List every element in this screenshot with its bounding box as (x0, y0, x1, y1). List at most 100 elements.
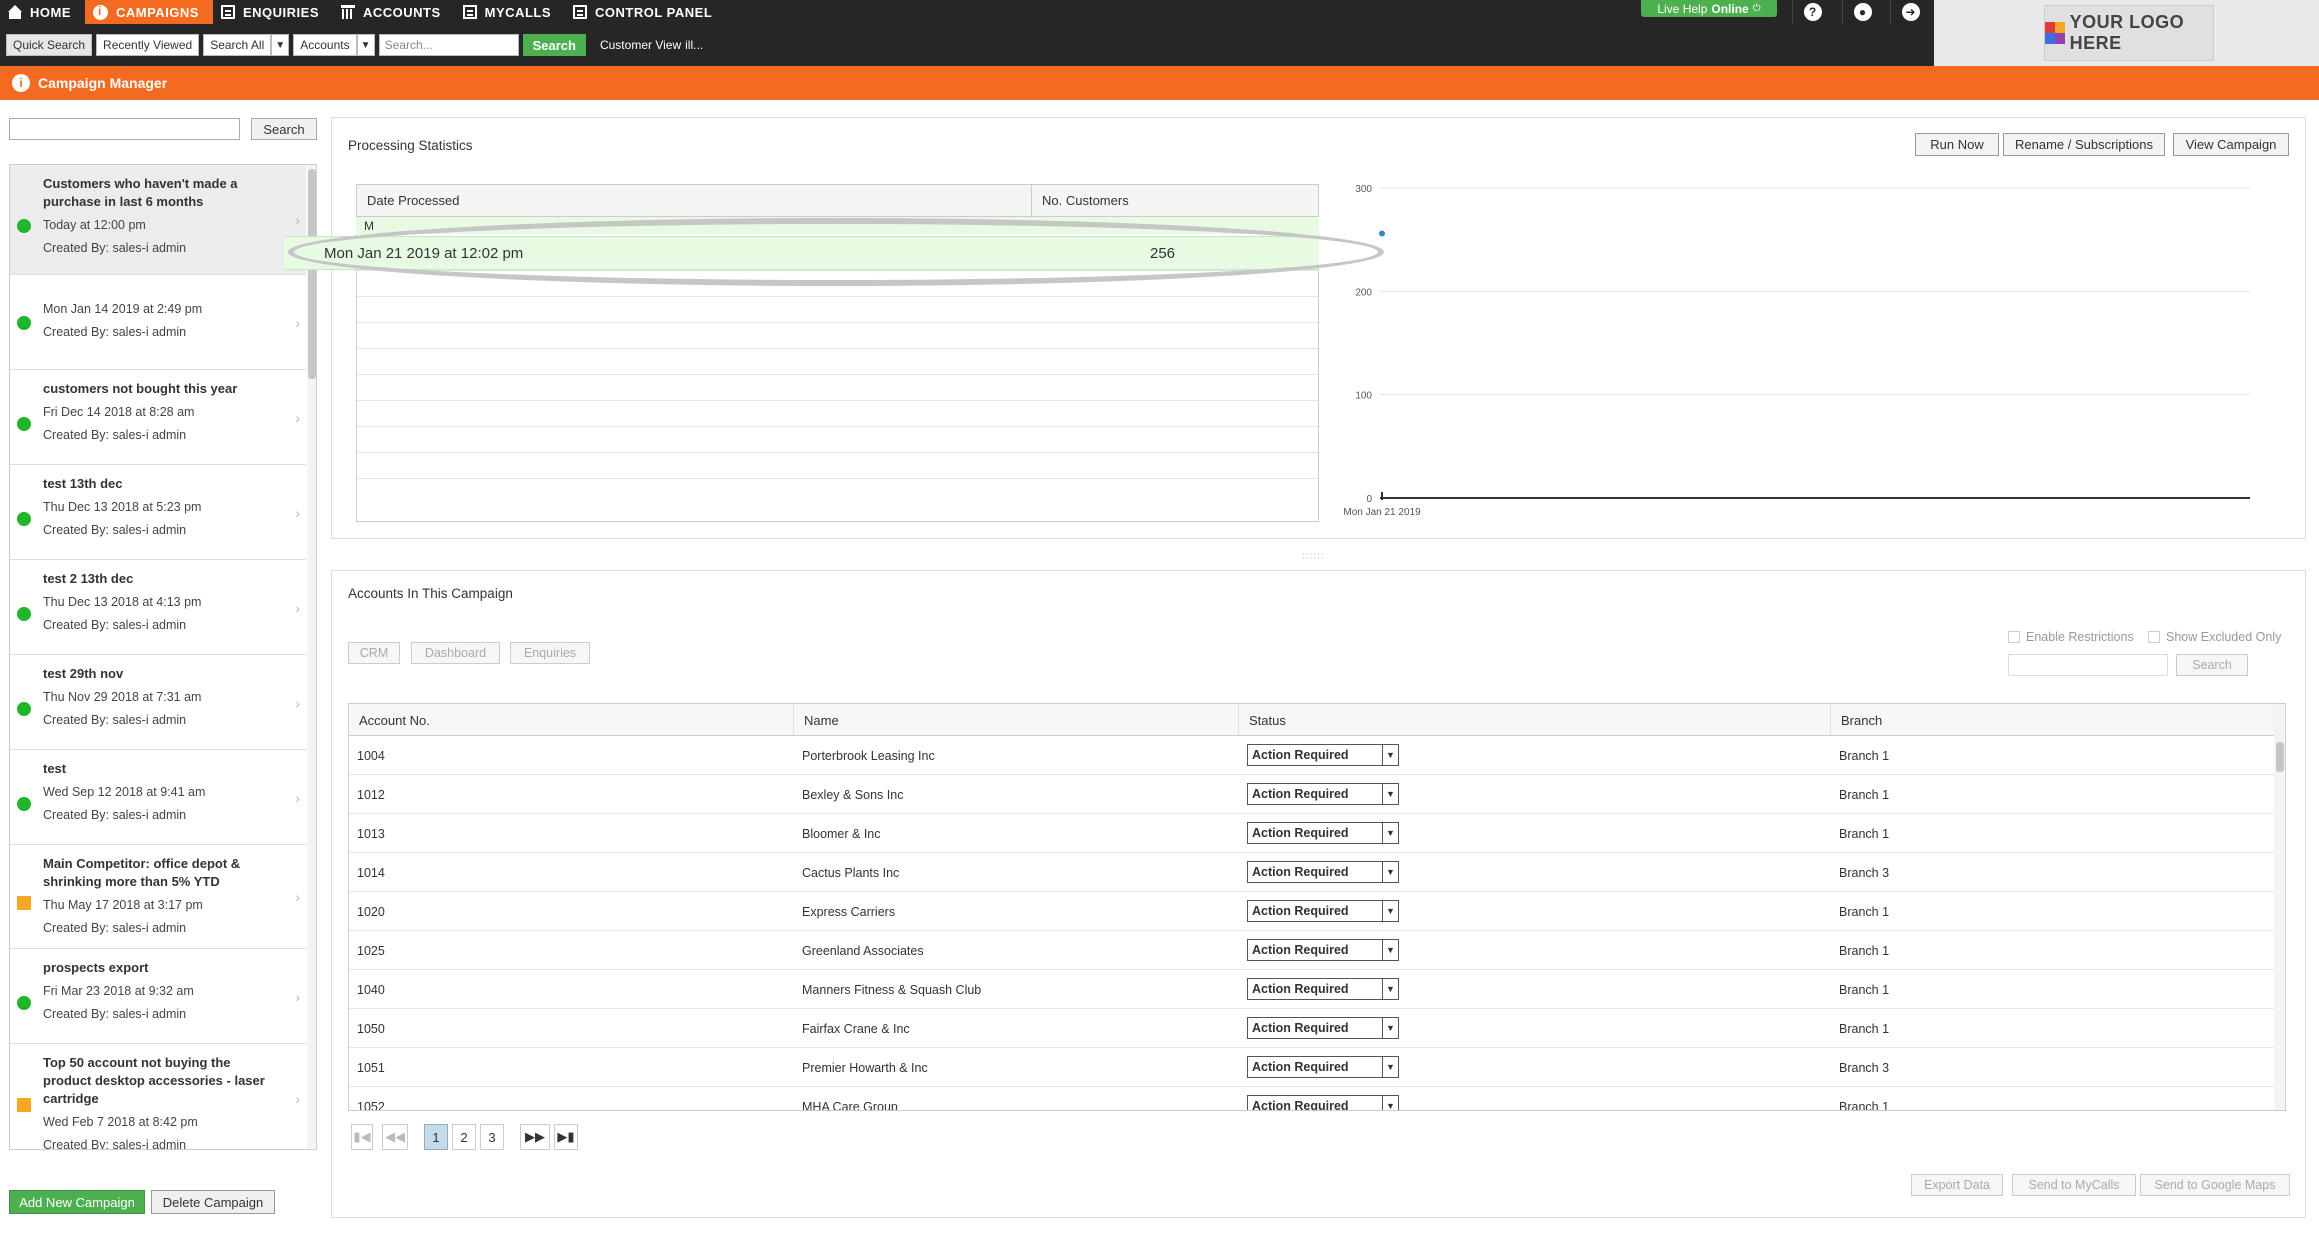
status-select[interactable]: Action Required ▼ (1247, 1056, 1399, 1078)
stats-row-partial[interactable]: M (356, 217, 1319, 234)
crm-button[interactable]: CRM (348, 642, 400, 664)
status-select[interactable]: Action Required ▼ (1247, 900, 1399, 922)
campaign-item[interactable]: test 29th nov Thu Nov 29 2018 at 7:31 am C… (10, 655, 306, 750)
campaign-item[interactable]: customers not bought this year Fri Dec 14… (10, 370, 306, 465)
status-select[interactable]: Action Required ▼ (1247, 861, 1399, 883)
scrollbar-thumb[interactable] (2276, 742, 2284, 772)
chevron-right-icon: › (295, 789, 300, 806)
logout-button[interactable]: ➜ (1890, 0, 1930, 24)
table-row[interactable]: 1040 Manners Fitness & Squash Club Branch … (349, 970, 2274, 1009)
campaign-list-scrollbar[interactable] (307, 165, 316, 1149)
truncated-link[interactable]: ill... (685, 38, 703, 52)
chevron-down-icon[interactable]: ▼ (1382, 901, 1398, 921)
status-select[interactable]: Action Required ▼ (1247, 1017, 1399, 1039)
campaign-item[interactable]: test 13th dec Thu Dec 13 2018 at 5:23 pm C… (10, 465, 306, 560)
export-data-button[interactable]: Export Data (1911, 1174, 2003, 1196)
chevron-down-icon[interactable]: ▼ (1382, 823, 1398, 843)
show-excluded-checkbox[interactable]: Show Excluded Only (2148, 630, 2281, 644)
processing-chart: 0 100 200 300 Mon Jan 21 2019 (1343, 184, 2250, 518)
table-row[interactable]: 1052 MHA Care Group Branch 1 Action Require… (349, 1087, 2274, 1110)
add-new-campaign-button[interactable]: Add New Campaign (9, 1190, 145, 1214)
panel-splitter-handle[interactable]: :::::: (1302, 551, 1325, 562)
col-name[interactable]: Name (794, 704, 1239, 736)
pager-next-button[interactable]: ▶▶ (520, 1124, 550, 1150)
col-branch[interactable]: Branch (1831, 704, 2274, 736)
chevron-down-icon[interactable]: ▼ (1382, 1018, 1398, 1038)
pager-page-3[interactable]: 3 (480, 1124, 504, 1150)
status-select[interactable]: Action Required ▼ (1247, 1095, 1399, 1110)
table-row[interactable]: 1012 Bexley & Sons Inc Branch 1 Action Requ… (349, 775, 2274, 814)
campaign-item[interactable]: Mon Jan 14 2019 at 2:49 pm Created By: sa… (10, 275, 306, 370)
delete-campaign-button[interactable]: Delete Campaign (151, 1190, 275, 1214)
checkbox-box[interactable] (2148, 631, 2160, 643)
chevron-down-icon[interactable]: ▼ (1382, 1057, 1398, 1077)
campaign-search-input[interactable] (9, 118, 240, 140)
chevron-down-icon[interactable]: ▼ (1382, 745, 1398, 765)
recently-viewed-button[interactable]: Recently Viewed (96, 34, 200, 56)
table-row[interactable]: 1014 Cactus Plants Inc Branch 3 Action Requ… (349, 853, 2274, 892)
table-row[interactable]: 1025 Greenland Associates Branch 1 Action R… (349, 931, 2274, 970)
status-select[interactable]: Action Required ▼ (1247, 783, 1399, 805)
enquiries-button[interactable]: Enquiries (510, 642, 590, 664)
col-status[interactable]: Status (1239, 704, 1831, 736)
status-select[interactable]: Action Required ▼ (1247, 822, 1399, 844)
nav-enquiries[interactable]: ENQUIRIES (213, 0, 333, 24)
checkbox-box[interactable] (2008, 631, 2020, 643)
customer-view-link[interactable]: Customer View (590, 38, 691, 52)
search-all-select[interactable]: Search All (203, 34, 272, 56)
table-row[interactable]: 1020 Express Carriers Branch 1 Action Requi… (349, 892, 2274, 931)
campaign-item[interactable]: Top 50 account not buying the product de… (10, 1044, 306, 1149)
accounts-search-button[interactable]: Search (2176, 654, 2248, 676)
data-point[interactable] (1379, 230, 1385, 237)
pager-prev-button[interactable]: ◀◀ (382, 1124, 408, 1150)
nav-home[interactable]: HOME (0, 0, 85, 24)
accounts-table-scrollbar[interactable] (2274, 704, 2285, 1110)
nav-control-panel[interactable]: CONTROL PANEL (565, 0, 726, 24)
chevron-down-icon[interactable]: ▼ (1382, 862, 1398, 882)
nav-accounts[interactable]: ACCOUNTS (333, 0, 455, 24)
enable-restrictions-checkbox[interactable]: Enable Restrictions (2008, 630, 2134, 644)
table-row[interactable]: 1050 Fairfax Crane & Inc Branch 1 Action Re… (349, 1009, 2274, 1048)
campaign-item[interactable]: Customers who haven't made a purchase in… (10, 165, 306, 275)
live-help-button[interactable]: Live Help Online ⏻ (1641, 0, 1777, 17)
campaign-item[interactable]: Main Competitor: office depot & shrinkin… (10, 845, 306, 949)
accounts-select[interactable]: Accounts (293, 34, 357, 56)
send-to-google-maps-button[interactable]: Send to Google Maps (2140, 1174, 2290, 1196)
pager-page-2[interactable]: 2 (452, 1124, 476, 1150)
pager-last-button[interactable]: ▶▮ (554, 1124, 578, 1150)
rename-subscriptions-button[interactable]: Rename / Subscriptions (2003, 133, 2165, 156)
run-now-button[interactable]: Run Now (1915, 133, 1999, 156)
user-button[interactable]: ● (1842, 0, 1882, 24)
scrollbar-thumb[interactable] (308, 169, 316, 379)
campaign-search-button[interactable]: Search (251, 118, 317, 140)
send-to-mycalls-button[interactable]: Send to MyCalls (2012, 1174, 2136, 1196)
dashboard-button[interactable]: Dashboard (411, 642, 500, 664)
chevron-down-icon[interactable]: ▼ (1382, 979, 1398, 999)
search-all-dropdown-icon[interactable]: ▼ (271, 34, 290, 56)
help-button[interactable]: ? (1792, 0, 1832, 24)
table-row[interactable]: 1013 Bloomer & Inc Branch 1 Action Required… (349, 814, 2274, 853)
table-row[interactable]: 1004 Porterbrook Leasing Inc Branch 1 Actio… (349, 736, 2274, 775)
view-campaign-button[interactable]: View Campaign (2173, 133, 2289, 156)
pager-page-1[interactable]: 1 (424, 1124, 448, 1150)
global-search-input[interactable]: Search... (378, 34, 519, 56)
chevron-down-icon[interactable]: ▼ (1382, 784, 1398, 804)
campaign-item[interactable]: test Wed Sep 12 2018 at 9:41 am Created By… (10, 750, 306, 845)
accounts-search-input[interactable] (2008, 654, 2168, 676)
accounts-dropdown-icon[interactable]: ▼ (356, 34, 375, 56)
nav-mycalls[interactable]: MYCALLS (455, 0, 565, 24)
global-search-button[interactable]: Search (522, 34, 586, 56)
nav-campaigns[interactable]: CAMPAIGNS (85, 0, 213, 24)
campaign-item[interactable]: prospects export Fri Mar 23 2018 at 9:32 … (10, 949, 306, 1044)
status-select[interactable]: Action Required ▼ (1247, 978, 1399, 1000)
chevron-down-icon[interactable]: ▼ (1382, 1096, 1398, 1110)
status-select[interactable]: Action Required ▼ (1247, 744, 1399, 766)
campaign-item[interactable]: test 2 13th dec Thu Dec 13 2018 at 4:13 p… (10, 560, 306, 655)
chevron-down-icon[interactable]: ▼ (1382, 940, 1398, 960)
pager-first-button[interactable]: ▮◀ (351, 1124, 373, 1150)
stats-row-highlighted[interactable]: Mon Jan 21 2019 at 12:02 pm 256 (284, 236, 1319, 270)
quick-search-button[interactable]: Quick Search (6, 34, 93, 56)
status-select[interactable]: Action Required ▼ (1247, 939, 1399, 961)
col-account-no[interactable]: Account No. (349, 704, 794, 736)
table-row[interactable]: 1051 Premier Howarth & Inc Branch 3 Action … (349, 1048, 2274, 1087)
